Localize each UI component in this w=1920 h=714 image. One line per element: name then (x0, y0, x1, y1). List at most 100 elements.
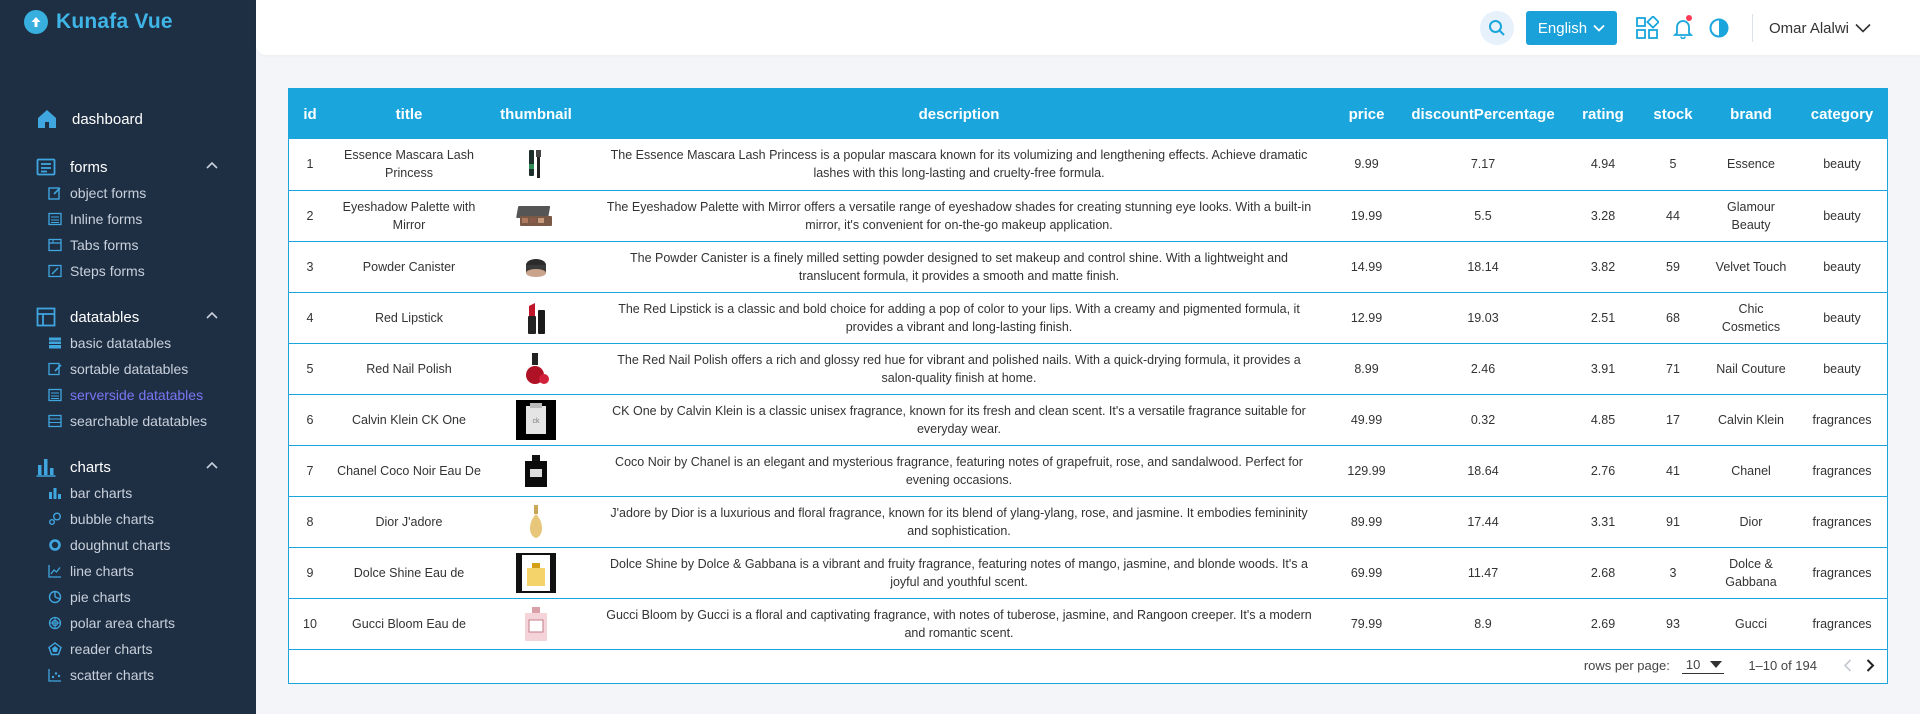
sidebar-item-label: serverside datatables (70, 387, 204, 403)
cell-thumbnail (487, 139, 585, 191)
column-header-category[interactable]: category (1796, 89, 1888, 139)
cell-category: beauty (1796, 343, 1888, 395)
column-header-discountpercentage[interactable]: discountPercentage (1400, 89, 1566, 139)
table-row[interactable]: 1 Essence Mascara Lash Princess The Essenc… (289, 139, 1888, 191)
sidebar-item-label: doughnut charts (70, 537, 171, 553)
notifications-button[interactable] (1668, 11, 1698, 45)
table-icon (36, 307, 56, 327)
nav-group-charts: charts bar charts bubble charts doughnut… (0, 454, 256, 688)
table-row[interactable]: 3 Powder Canister The Powder Canister is a… (289, 241, 1888, 293)
cell-category: fragrances (1796, 547, 1888, 599)
previous-page-button[interactable] (1843, 658, 1852, 672)
top-bar: English Omar Alalwi (256, 0, 1920, 55)
table-row[interactable]: 9 Dolce Shine Eau de Dolce Shine by Dolce … (289, 547, 1888, 599)
nav-group-datatables: datatables basic datatables sortable dat… (0, 304, 256, 434)
chevron-up-icon[interactable] (206, 161, 218, 169)
form-icon (36, 157, 56, 177)
pagination-range: 1–10 of 194 (1748, 657, 1817, 673)
cell-description: The Eyeshadow Palette with Mirror offers… (585, 190, 1333, 242)
sidebar-group-datatables[interactable]: datatables (0, 304, 256, 330)
cell-category: beauty (1796, 292, 1888, 344)
cell-title: Eyeshadow Palette with Mirror (331, 190, 487, 242)
table-row[interactable]: 10 Gucci Bloom Eau de Gucci Bloom by Gucci… (289, 598, 1888, 650)
sidebar-group-label: charts (70, 458, 111, 476)
cell-title: Essence Mascara Lash Princess (331, 139, 487, 191)
sidebar-group-charts[interactable]: charts (0, 454, 256, 480)
column-header-description[interactable]: description (585, 89, 1333, 139)
sidebar-item-bubble-charts[interactable]: bubble charts (0, 506, 256, 532)
sidebar-nav: dashboard forms object forms Inline form… (0, 104, 256, 688)
sidebar-item-dashboard[interactable]: dashboard (0, 104, 256, 134)
sidebar-item-label: searchable datatables (70, 413, 207, 429)
column-header-id[interactable]: id (289, 89, 331, 139)
cell-rating: 2.68 (1566, 547, 1640, 599)
search-button[interactable] (1480, 11, 1514, 45)
cell-brand: Velvet Touch (1706, 241, 1796, 293)
sidebar-item-steps-forms[interactable]: Steps forms (0, 258, 256, 284)
column-header-thumbnail[interactable]: thumbnail (487, 89, 585, 139)
sidebar-group-forms[interactable]: forms (0, 154, 256, 180)
product-thumbnail-powder (514, 245, 558, 289)
products-table: id title thumbnail description price discount… (289, 89, 1888, 650)
sidebar-item-basic-datatables[interactable]: basic datatables (0, 330, 256, 356)
sidebar-item-inline-forms[interactable]: Inline forms (0, 206, 256, 232)
brand[interactable]: Kunafa Vue (24, 10, 173, 34)
sidebar-item-searchable-datatables[interactable]: searchable datatables (0, 408, 256, 434)
svg-text:ck: ck (533, 418, 541, 425)
sidebar-item-pie-charts[interactable]: pie charts (0, 584, 256, 610)
table-row[interactable]: 7 Chanel Coco Noir Eau De Coco Noir by Cha… (289, 445, 1888, 497)
product-thumbnail-ckone: ck (514, 398, 558, 442)
table-row[interactable]: 6 Calvin Klein CK One ck CK One by Calvin K… (289, 394, 1888, 446)
sidebar-item-label: object forms (70, 185, 147, 201)
chevron-up-icon[interactable] (206, 461, 218, 469)
apps-button[interactable] (1632, 11, 1662, 45)
sidebar-item-scatter-charts[interactable]: scatter charts (0, 662, 256, 688)
user-menu[interactable]: Omar Alalwi (1761, 11, 1881, 45)
steps-icon (48, 264, 62, 278)
product-thumbnail-mascara (514, 142, 558, 186)
rows-per-page-select[interactable]: 10 (1681, 657, 1725, 674)
cell-discount: 7.17 (1400, 139, 1566, 191)
sidebar-item-polar-area-charts[interactable]: polar area charts (0, 610, 256, 636)
language-dropdown[interactable]: English (1526, 11, 1617, 45)
cell-brand: Dior (1706, 496, 1796, 548)
sidebar-item-bar-charts[interactable]: bar charts (0, 480, 256, 506)
table-row[interactable]: 8 Dior J'adore J'adore by Dior is a luxuri… (289, 496, 1888, 548)
cell-id: 6 (289, 394, 331, 446)
table-row[interactable]: 2 Eyeshadow Palette with Mirror The Eyesha… (289, 190, 1888, 242)
cell-description: The Red Nail Polish offers a rich and gl… (585, 343, 1333, 395)
product-thumbnail-chanel (514, 449, 558, 493)
cell-stock: 17 (1640, 394, 1706, 446)
column-header-brand[interactable]: brand (1706, 89, 1796, 139)
server-table-icon (48, 388, 62, 402)
cell-brand: Dolce & Gabbana (1706, 547, 1796, 599)
cell-rating: 3.91 (1566, 343, 1640, 395)
sidebar-item-reader-charts[interactable]: reader charts (0, 636, 256, 662)
sidebar-item-line-charts[interactable]: line charts (0, 558, 256, 584)
column-header-rating[interactable]: rating (1566, 89, 1640, 139)
theme-toggle-button[interactable] (1704, 11, 1734, 45)
cell-id: 5 (289, 343, 331, 395)
table-row[interactable]: 4 Red Lipstick The Red Lipstick is a class… (289, 292, 1888, 344)
table-row[interactable]: 5 Red Nail Polish The Red Nail Polish offe… (289, 343, 1888, 395)
column-header-price[interactable]: price (1333, 89, 1400, 139)
sidebar-item-sortable-datatables[interactable]: sortable datatables (0, 356, 256, 382)
column-header-title[interactable]: title (331, 89, 487, 139)
cell-stock: 71 (1640, 343, 1706, 395)
column-header-stock[interactable]: stock (1640, 89, 1706, 139)
sidebar-item-tabs-forms[interactable]: Tabs forms (0, 232, 256, 258)
next-page-button[interactable] (1866, 658, 1875, 672)
sidebar-item-serverside-datatables[interactable]: serverside datatables (0, 382, 256, 408)
chevron-down-icon (1593, 24, 1605, 32)
list-icon (48, 212, 62, 226)
sidebar-item-object-forms[interactable]: object forms (0, 180, 256, 206)
cell-thumbnail: ck (487, 394, 585, 446)
user-name: Omar Alalwi (1769, 19, 1850, 37)
cell-stock: 59 (1640, 241, 1706, 293)
bubble-chart-icon (48, 512, 62, 526)
sidebar-item-doughnut-charts[interactable]: doughnut charts (0, 532, 256, 558)
radar-chart-icon (48, 642, 62, 656)
sidebar-item-label: Steps forms (70, 263, 145, 279)
chevron-up-icon[interactable] (206, 311, 218, 319)
cell-id: 2 (289, 190, 331, 242)
